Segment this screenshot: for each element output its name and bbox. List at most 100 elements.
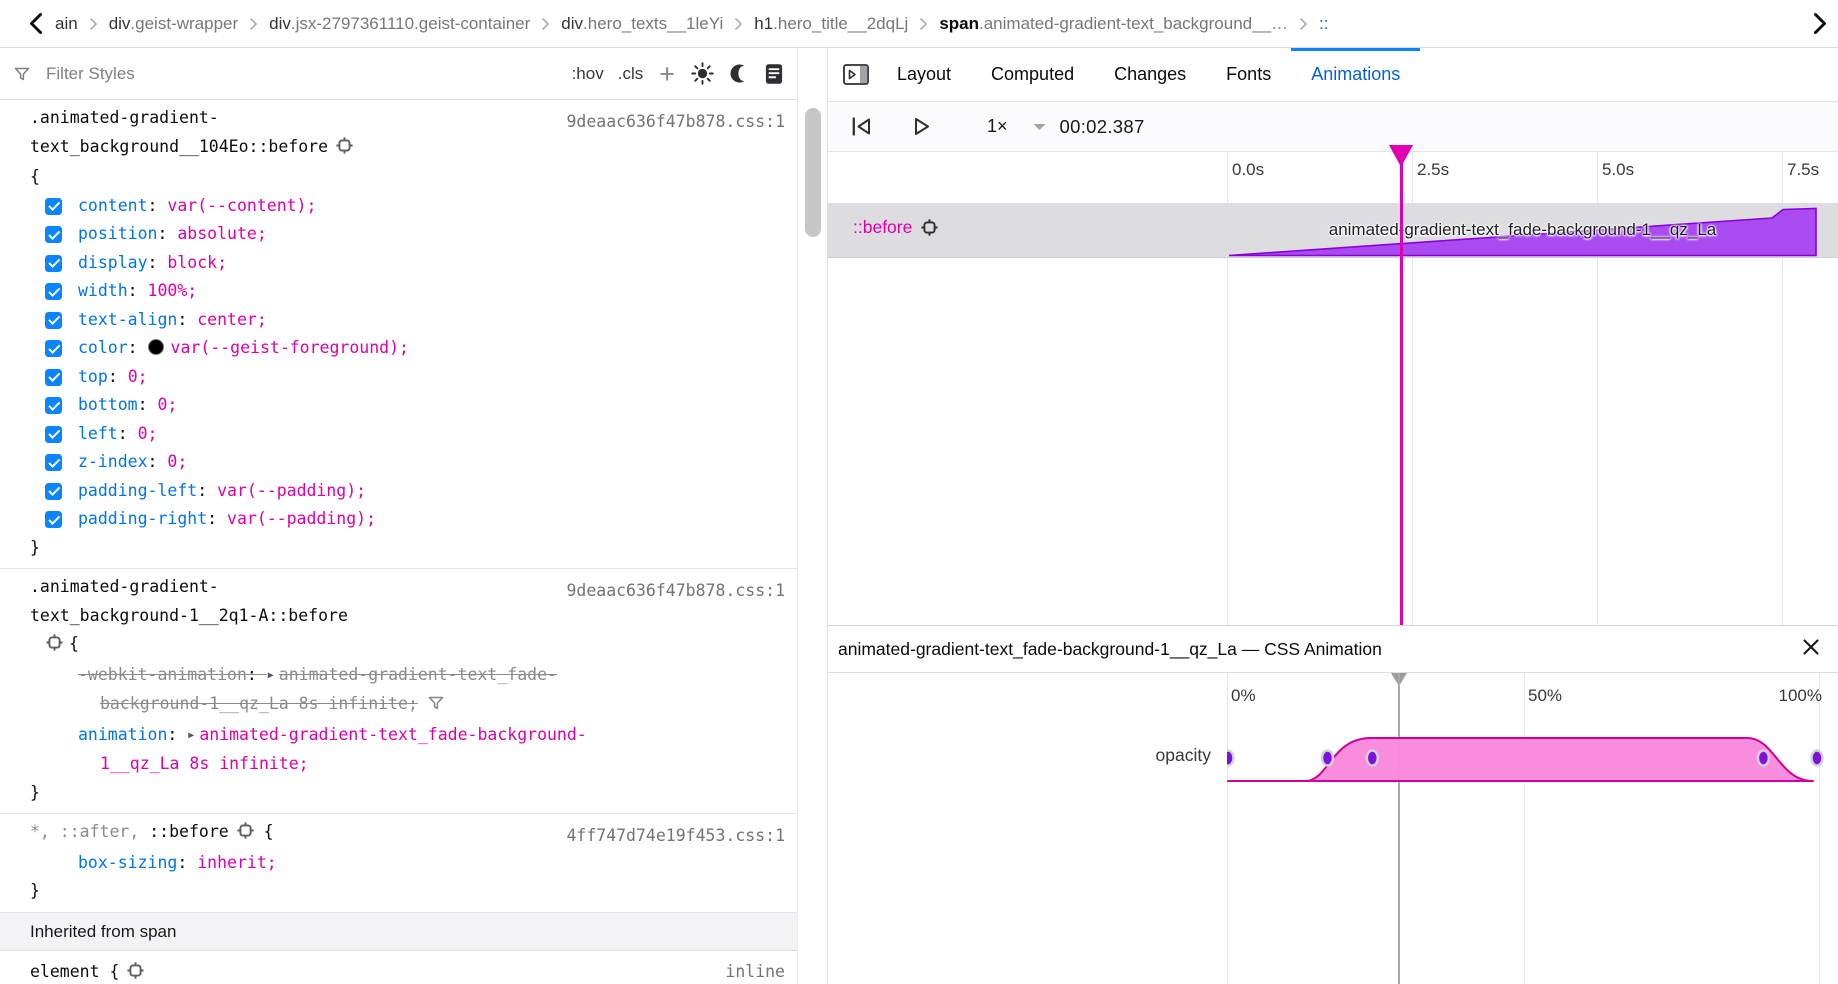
play-icon[interactable]	[908, 114, 933, 139]
css-declaration[interactable]: 1__qz_La 8s infinite;	[0, 750, 797, 779]
declaration-property[interactable]: color	[78, 338, 128, 357]
declaration-property[interactable]: bottom	[78, 395, 138, 414]
breadcrumb-item[interactable]: ain	[55, 14, 78, 34]
declaration-value[interactable]: var(--padding);	[227, 509, 376, 528]
toggle-sidebar-icon[interactable]	[843, 48, 869, 101]
overridden-filter-icon[interactable]	[428, 692, 444, 721]
declaration-value[interactable]: var(--geist-foreground);	[171, 338, 409, 357]
css-declaration[interactable]: -webkit-animation: ▶animated-gradient-te…	[0, 661, 797, 691]
stylesheet-source-link[interactable]: 9deaac636f47b878.css:1	[566, 577, 785, 606]
declaration-checkbox[interactable]	[45, 369, 62, 386]
css-declaration[interactable]: content: var(--content);	[0, 192, 797, 221]
keyframes-graph[interactable]	[1227, 724, 1838, 864]
keyframe-marker[interactable]	[1367, 751, 1378, 766]
declaration-checkbox[interactable]	[45, 340, 62, 357]
breadcrumb-item[interactable]: h1.hero_title__2dqLj	[754, 14, 908, 34]
expand-shorthand-icon[interactable]: ▶	[268, 662, 274, 691]
stylesheet-source-link[interactable]: 9deaac636f47b878.css:1	[566, 108, 785, 137]
rule-selector[interactable]: text_background__104Eo::before	[0, 133, 797, 164]
css-declaration[interactable]: z-index: 0;	[0, 448, 797, 477]
declaration-property[interactable]: content	[78, 196, 148, 215]
declaration-property[interactable]: padding-left	[78, 481, 197, 500]
declaration-checkbox[interactable]	[45, 426, 62, 443]
breadcrumb-item[interactable]: span.animated-gradient-text_background__…	[939, 14, 1288, 34]
css-declaration[interactable]: animation: ▶animated-gradient-text_fade-…	[0, 721, 797, 751]
styles-scrollbar[interactable]	[805, 108, 821, 237]
breadcrumb-item[interactable]: ::	[1319, 14, 1328, 34]
css-declaration[interactable]: width: 100%;	[0, 277, 797, 306]
tab-changes[interactable]: Changes	[1094, 48, 1206, 101]
playhead-line[interactable]	[1400, 160, 1403, 625]
declaration-property[interactable]: top	[78, 367, 108, 386]
dropdown-caret-icon[interactable]	[1032, 122, 1047, 132]
css-declaration[interactable]: display: block;	[0, 249, 797, 278]
element-rule-selector[interactable]: element {	[30, 962, 119, 981]
declaration-property[interactable]: padding-right	[78, 509, 207, 528]
pseudo-class-panel-toggle[interactable]: :hov	[572, 64, 604, 84]
tab-layout[interactable]: Layout	[877, 48, 971, 101]
declaration-property[interactable]: z-index	[78, 452, 148, 471]
css-declaration[interactable]: padding-right: var(--padding);	[0, 505, 797, 534]
declaration-checkbox[interactable]	[45, 198, 62, 215]
breadcrumb-item[interactable]: div.geist-wrapper	[109, 14, 238, 34]
declaration-value[interactable]: 0;	[128, 367, 148, 386]
declaration-checkbox[interactable]	[45, 312, 62, 329]
highlight-target-icon[interactable]	[336, 135, 353, 164]
declaration-value[interactable]: absolute;	[177, 224, 266, 243]
print-simulation-icon[interactable]	[765, 63, 783, 85]
declaration-value[interactable]: animated-gradient-text_fade-	[279, 665, 557, 684]
highlight-target-icon[interactable]	[237, 820, 254, 849]
declaration-value[interactable]: block;	[167, 253, 227, 272]
stylesheet-source-link[interactable]: 4ff747d74e19f453.css:1	[566, 822, 785, 851]
color-swatch[interactable]	[148, 339, 164, 355]
declaration-value[interactable]: 0;	[157, 395, 177, 414]
keyframe-marker[interactable]	[1758, 751, 1769, 766]
keyframe-marker[interactable]	[1322, 751, 1333, 766]
class-panel-toggle[interactable]: .cls	[618, 64, 644, 84]
declaration-property[interactable]: left	[78, 424, 118, 443]
breadcrumb-item[interactable]: div.hero_texts__1leYi	[561, 14, 723, 34]
track-node-label[interactable]: ::before	[853, 217, 912, 238]
breadcrumb-item[interactable]: div.jsx-2797361110.geist-container	[269, 14, 530, 34]
css-declaration[interactable]: color: var(--geist-foreground);	[0, 334, 797, 363]
playback-rate-selector[interactable]: 1×	[987, 116, 1008, 137]
declaration-property[interactable]: text-align	[78, 310, 177, 329]
declaration-property[interactable]: -webkit-animation	[78, 665, 247, 684]
declaration-property[interactable]: position	[78, 224, 157, 243]
declaration-checkbox[interactable]	[45, 511, 62, 528]
declaration-value[interactable]: 0;	[167, 452, 187, 471]
declaration-checkbox[interactable]	[45, 226, 62, 243]
declaration-value[interactable]: 1__qz_La 8s infinite;	[100, 754, 309, 773]
declaration-checkbox[interactable]	[45, 454, 62, 471]
close-icon[interactable]	[1801, 637, 1821, 662]
declaration-property[interactable]: display	[78, 253, 148, 272]
declaration-checkbox[interactable]	[45, 283, 62, 300]
css-declaration[interactable]: top: 0;	[0, 363, 797, 392]
css-declaration[interactable]: text-align: center;	[0, 306, 797, 335]
light-theme-sun-icon[interactable]	[691, 62, 714, 85]
keyframe-marker[interactable]	[1227, 751, 1234, 766]
rule-selector[interactable]: text_background-1__2q1-A::before	[0, 602, 797, 631]
animation-track-row[interactable]: ::before animated-gradient-text_fade-bac…	[828, 203, 1838, 258]
css-declaration[interactable]: position: absolute;	[0, 220, 797, 249]
filter-styles-input[interactable]	[44, 63, 558, 85]
keyframe-marker[interactable]	[1812, 751, 1823, 766]
dark-theme-moon-icon[interactable]	[728, 62, 751, 85]
tab-fonts[interactable]: Fonts	[1206, 48, 1291, 101]
highlight-target-icon[interactable]	[127, 960, 144, 984]
declaration-value[interactable]: animated-gradient-text_fade-background-	[199, 725, 586, 744]
expand-shorthand-icon[interactable]: ▶	[188, 722, 194, 751]
declaration-checkbox[interactable]	[45, 255, 62, 272]
declaration-property[interactable]: animation	[78, 725, 167, 744]
css-declaration[interactable]: box-sizing: inherit;	[0, 849, 797, 878]
add-rule-plus-icon[interactable]: +	[659, 64, 675, 84]
declaration-value[interactable]: var(--padding);	[217, 481, 366, 500]
declaration-property[interactable]: box-sizing	[78, 853, 177, 872]
tab-animations[interactable]: Animations	[1291, 48, 1420, 101]
tab-computed[interactable]: Computed	[971, 48, 1094, 101]
declaration-checkbox[interactable]	[45, 397, 62, 414]
declaration-value[interactable]: center;	[197, 310, 267, 329]
declaration-checkbox[interactable]	[45, 483, 62, 500]
css-declaration[interactable]: bottom: 0;	[0, 391, 797, 420]
declaration-value[interactable]: background-1__qz_La 8s infinite;	[100, 694, 418, 713]
